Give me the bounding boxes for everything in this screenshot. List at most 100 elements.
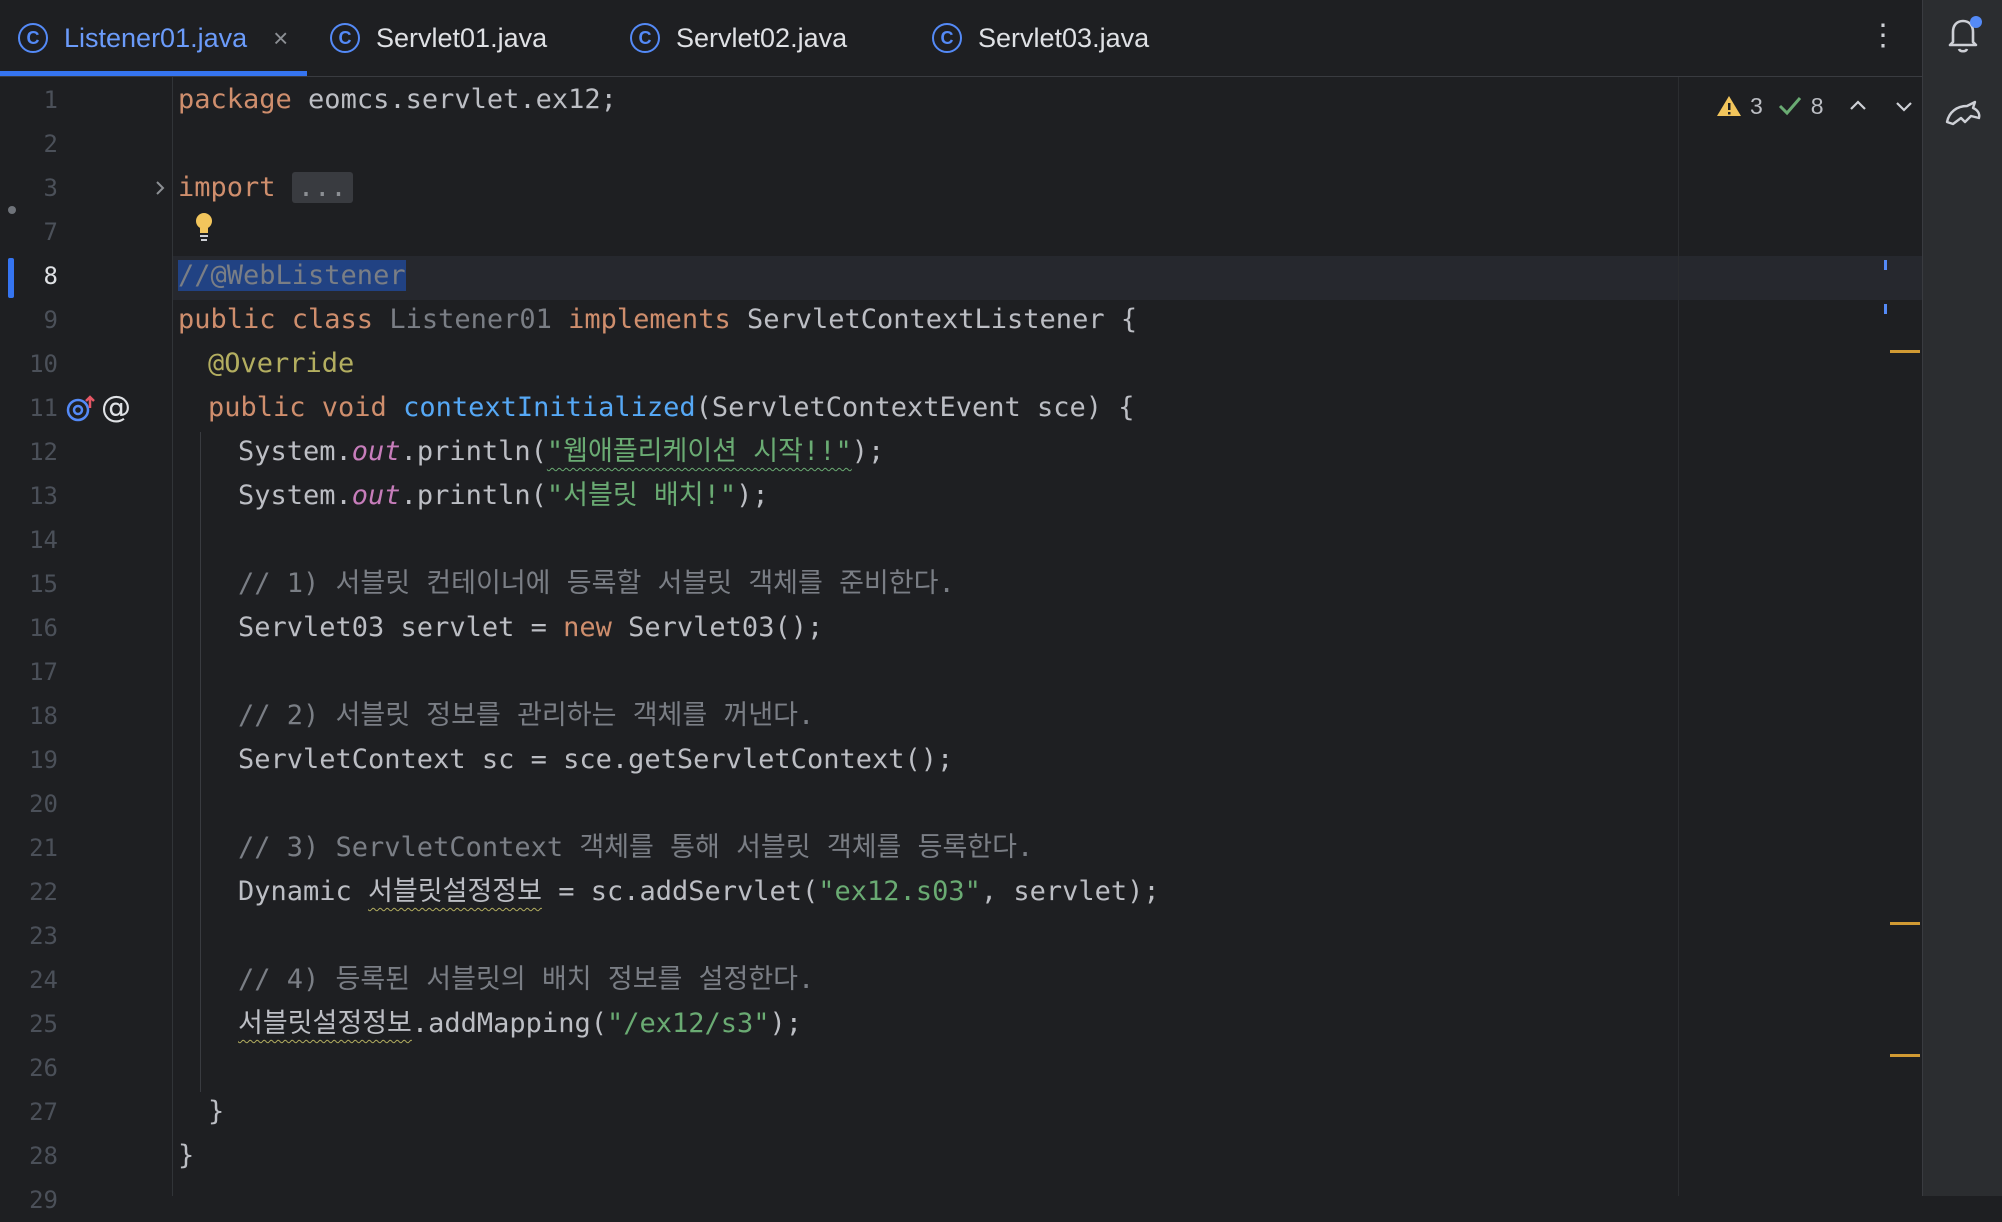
close-icon[interactable]: ×	[273, 23, 288, 54]
tab-label: Servlet02.java	[676, 22, 848, 53]
keyword: import	[178, 172, 276, 203]
code-line-22: Dynamic 서블릿설정정보 = sc.addServlet("ex12.s0…	[238, 870, 1160, 914]
keyword: package	[178, 84, 292, 115]
line-number[interactable]: 22	[0, 870, 58, 914]
ai-assistant-icon[interactable]	[1941, 92, 1985, 136]
ok-count: 8	[1810, 92, 1824, 119]
breakpoint-dot-icon[interactable]	[8, 206, 16, 214]
tab-servlet02[interactable]: C Servlet02.java	[630, 0, 847, 76]
code-line-9: public class Listener01 implements Servl…	[178, 298, 1137, 342]
tab-label: Servlet01.java	[376, 22, 548, 53]
string-literal: "서블릿 배치!"	[546, 480, 737, 511]
code-text: = sc.addServlet(	[541, 876, 819, 907]
line-number[interactable]: 11	[0, 386, 58, 430]
code-text: .println(	[400, 480, 547, 511]
code-line-13: System.out.println("서블릿 배치!");	[238, 474, 769, 518]
line-number[interactable]: 10	[0, 342, 58, 386]
line-number[interactable]: 26	[0, 1046, 58, 1090]
chevron-up-icon[interactable]	[1846, 94, 1870, 118]
code-text: (ServletContextEvent sce) {	[695, 392, 1135, 423]
editor-scroll-divider	[1678, 77, 1679, 1196]
fold-expand-icon[interactable]	[150, 178, 170, 198]
tab-listener01[interactable]: C Listener01.java ×	[18, 0, 288, 76]
line-number[interactable]: 1	[0, 78, 58, 122]
keyword: implements	[551, 304, 731, 335]
notifications-icon[interactable]	[1941, 12, 1985, 56]
selected-comment: //@WebListener	[178, 260, 406, 291]
line-number[interactable]: 9	[0, 298, 58, 342]
variable-name: 서블릿설정정보	[238, 1008, 412, 1039]
variable-name: 서블릿설정정보	[368, 876, 542, 907]
code-text: Servlet03 servlet =	[238, 612, 564, 643]
line-number[interactable]: 18	[0, 694, 58, 738]
static-field: out	[351, 480, 401, 511]
line-number[interactable]: 28	[0, 1134, 58, 1178]
error-stripe-marker[interactable]	[1884, 260, 1887, 270]
code-text: System.	[238, 436, 352, 467]
folded-imports[interactable]: ...	[291, 172, 353, 203]
code-editor[interactable]: package eomcs.servlet.ex12; import ... /…	[178, 77, 1678, 1196]
warning-stripe-marker[interactable]	[1890, 1054, 1920, 1057]
line-number[interactable]: 29	[0, 1178, 58, 1222]
code-line-16: Servlet03 servlet = new Servlet03();	[238, 606, 823, 650]
code-text: Dynamic	[238, 876, 369, 907]
line-number[interactable]: 7	[0, 210, 58, 254]
static-field: out	[351, 436, 401, 467]
line-number[interactable]: 25	[0, 1002, 58, 1046]
tab-servlet03[interactable]: C Servlet03.java	[932, 0, 1149, 76]
method-name: contextInitialized	[386, 392, 696, 423]
line-number[interactable]: 13	[0, 474, 58, 518]
class-icon: C	[18, 23, 48, 53]
line-number[interactable]: 12	[0, 430, 58, 474]
implements-method-icon[interactable]	[66, 394, 96, 424]
editor-tab-bar: C Listener01.java × C Servlet01.java C S…	[0, 0, 1922, 77]
line-number[interactable]: 19	[0, 738, 58, 782]
class-icon: C	[330, 23, 360, 53]
code-line-10: @Override	[208, 342, 354, 386]
line-number[interactable]: 17	[0, 650, 58, 694]
code-text: , servlet);	[980, 876, 1160, 907]
code-line-15: // 1) 서블릿 컨테이너에 등록할 서블릿 객체를 준비한다.	[238, 568, 955, 599]
line-number[interactable]: 23	[0, 914, 58, 958]
tab-servlet01[interactable]: C Servlet01.java	[330, 0, 547, 76]
code-line-28: }	[178, 1140, 195, 1171]
line-number[interactable]: 8	[0, 254, 58, 298]
tab-label: Listener01.java	[64, 22, 248, 53]
tab-label: Servlet03.java	[978, 22, 1150, 53]
string-literal: "/ex12/s3"	[606, 1008, 770, 1039]
inspection-widget[interactable]: 3 8	[1716, 86, 1916, 126]
check-icon	[1778, 97, 1801, 116]
code-text: Servlet03();	[611, 612, 824, 643]
annotation: @Override	[208, 348, 355, 379]
string-literal: "웹애플리케이션 시작!!"	[546, 436, 852, 467]
string-literal: "ex12.s03"	[818, 876, 981, 907]
keyword: new	[563, 612, 612, 643]
line-number[interactable]: 15	[0, 562, 58, 606]
chevron-down-icon[interactable]	[1892, 94, 1916, 118]
line-number[interactable]: 27	[0, 1090, 58, 1134]
class-icon: C	[932, 23, 962, 53]
line-number[interactable]: 21	[0, 826, 58, 870]
gutter-divider	[172, 77, 173, 1196]
line-number[interactable]: 24	[0, 958, 58, 1002]
line-number[interactable]: 16	[0, 606, 58, 650]
more-tabs-icon[interactable]: ⋮	[1868, 14, 1898, 58]
line-number[interactable]: 2	[0, 122, 58, 166]
code-text: System.	[238, 480, 352, 511]
right-tool-strip	[1922, 0, 2002, 1196]
class-name: Listener01	[373, 304, 552, 335]
code-text: );	[851, 436, 885, 467]
active-tab-indicator	[0, 71, 307, 76]
code-line-1: package eomcs.servlet.ex12;	[178, 78, 617, 122]
line-number[interactable]: 3	[0, 166, 58, 210]
annotation-at-icon[interactable]: @	[100, 392, 132, 424]
code-line-21: // 3) ServletContext 객체를 통해 서블릿 객체를 등록한다…	[238, 832, 1034, 863]
warning-stripe-marker[interactable]	[1890, 350, 1920, 353]
code-text: .println(	[400, 436, 547, 467]
error-stripe-marker[interactable]	[1884, 304, 1887, 314]
warning-count: 3	[1750, 92, 1763, 119]
line-number[interactable]: 14	[0, 518, 58, 562]
code-text: eomcs.servlet.ex12;	[291, 84, 617, 115]
warning-stripe-marker[interactable]	[1890, 922, 1920, 925]
line-number[interactable]: 20	[0, 782, 58, 826]
